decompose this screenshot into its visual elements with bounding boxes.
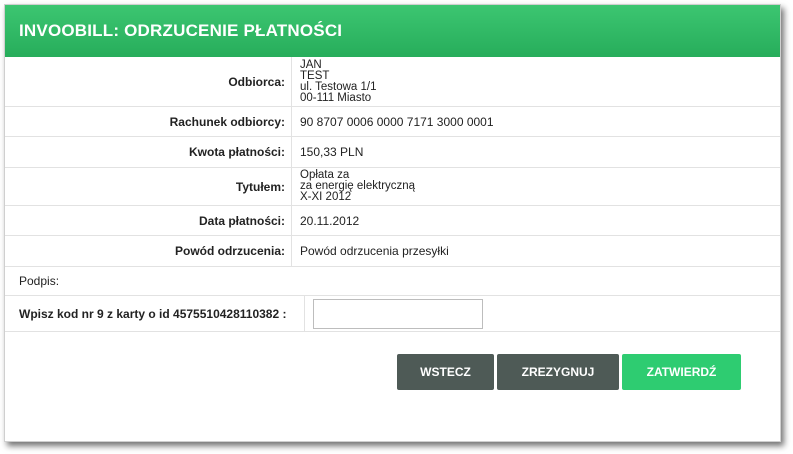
dialog-title: INVOOBILL: ODRZUCENIE PŁATNOŚCI bbox=[5, 5, 780, 57]
title-label: Tytułem: bbox=[5, 168, 292, 205]
cancel-button[interactable]: ZREZYGNUJ bbox=[497, 354, 619, 390]
recipient-value: JAN TEST ul. Testowa 1/1 00-111 Miasto bbox=[292, 57, 377, 106]
account-row: Rachunek odbiorcy: 90 8707 0006 0000 717… bbox=[5, 107, 780, 137]
amount-value: 150,33 PLN bbox=[300, 145, 364, 159]
confirm-button[interactable]: ZATWIERDŹ bbox=[622, 354, 741, 390]
payment-date-value: 20.11.2012 bbox=[300, 213, 360, 228]
recipient-line: ul. Testowa 1/1 bbox=[300, 80, 377, 93]
recipient-line: 00-111 Miasto bbox=[300, 91, 372, 104]
code-value-cell bbox=[305, 296, 483, 331]
account-label: Rachunek odbiorcy: bbox=[5, 107, 292, 136]
recipient-label: Odbiorca: bbox=[5, 57, 292, 106]
rejection-reason-row: Powód odrzucenia: Powód odrzucenia przes… bbox=[5, 236, 780, 267]
rejection-reason-value: Powód odrzucenia przesyłki bbox=[300, 244, 449, 258]
title-row: Tytułem: Opłata za za energię elektryczn… bbox=[5, 168, 780, 206]
title-value: Opłata za za energię elektryczną X-XI 20… bbox=[292, 168, 415, 205]
account-value: 90 8707 0006 0000 7171 3000 0001 bbox=[300, 114, 494, 129]
recipient-line: TEST bbox=[300, 69, 330, 82]
action-buttons: WSTECZ ZREZYGNUJ ZATWIERDŹ bbox=[397, 354, 741, 390]
amount-label: Kwota płatności: bbox=[5, 137, 292, 167]
rejection-reason-label: Powód odrzucenia: bbox=[5, 236, 292, 266]
signature-row: Podpis: bbox=[5, 267, 780, 296]
dialog-window: INVOOBILL: ODRZUCENIE PŁATNOŚCI Odbiorca… bbox=[4, 4, 781, 442]
payment-date-label: Data płatności: bbox=[5, 206, 292, 235]
code-row: Wpisz kod nr 9 z karty o id 457551042811… bbox=[5, 296, 780, 332]
recipient-row: Odbiorca: JAN TEST ul. Testowa 1/1 00-11… bbox=[5, 57, 780, 107]
amount-row: Kwota płatności: 150,33 PLN bbox=[5, 137, 780, 168]
code-input[interactable] bbox=[313, 298, 483, 329]
signature-label: Podpis: bbox=[19, 274, 60, 288]
code-label: Wpisz kod nr 9 z karty o id 457551042811… bbox=[5, 296, 305, 331]
back-button[interactable]: WSTECZ bbox=[397, 354, 494, 390]
title-line: X-XI 2012 bbox=[300, 191, 352, 203]
recipient-line: JAN bbox=[300, 58, 322, 71]
payment-date-row: Data płatności: 20.11.2012 bbox=[5, 206, 780, 236]
